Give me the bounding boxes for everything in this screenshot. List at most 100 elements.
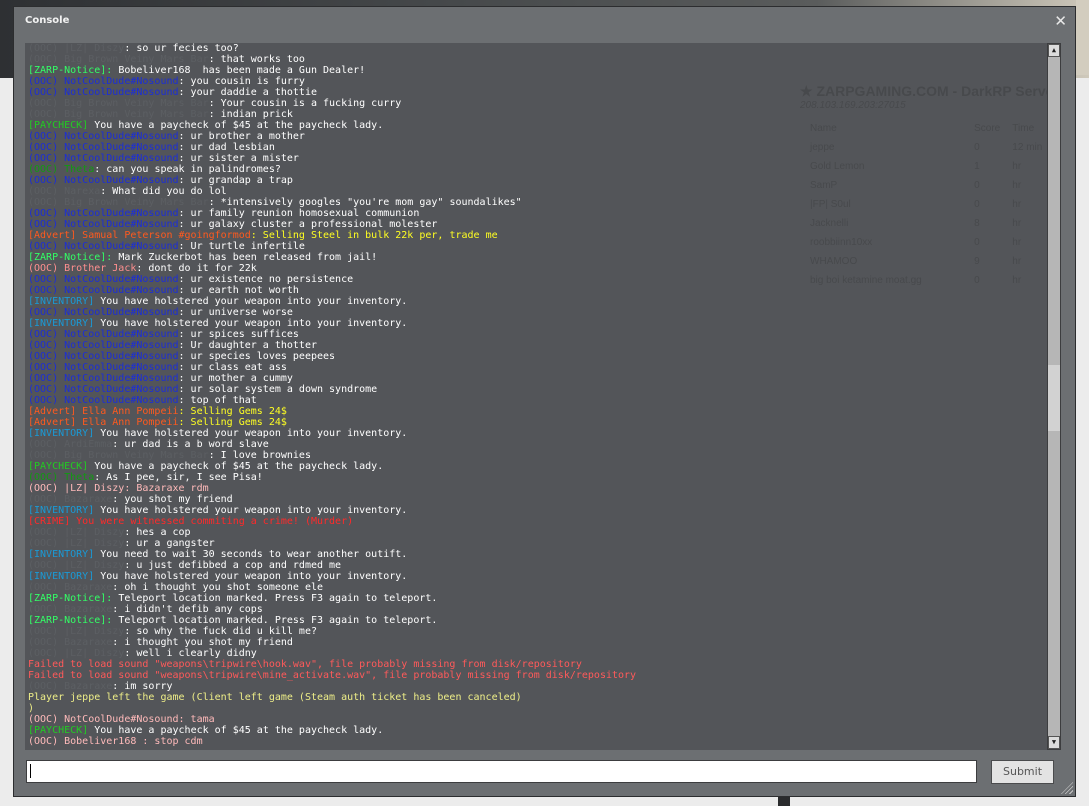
scrollbar[interactable]: ▲ ▼ <box>1047 43 1061 750</box>
line-segment: Teleport location marked. Press F3 again… <box>112 615 438 626</box>
line-segment: (OOC) Brother Jack <box>28 263 137 274</box>
line-segment: [Advert] Samual Peterson #goingformod <box>28 230 251 241</box>
player-name: |FP| S0ul <box>810 199 851 210</box>
scrollbar-thumb[interactable] <box>1048 364 1060 431</box>
console-line: (OOC) Big Brown Veiny Mars Bar: indian p… <box>28 109 636 120</box>
resize-grip-icon[interactable] <box>1061 782 1073 794</box>
line-segment: (OOC) NotCoolDude#Nosound <box>28 329 179 340</box>
player-score: 0 <box>974 275 980 286</box>
console-line: (OOC) NotCoolDude#Nosound: ur class eat … <box>28 362 636 373</box>
console-line: (OOC) NotCoolDude#Nosound: ur dad lesbia… <box>28 142 636 153</box>
player-time: 12 min <box>1012 142 1043 153</box>
console-line: (OOC) NotCoolDude#Nosound: ur mother a c… <box>28 373 636 384</box>
console-line: [INVENTORY] You have holstered your weap… <box>28 505 636 516</box>
line-segment: : ur universe worse <box>178 307 293 318</box>
line-segment: You have holstered your weapon into your… <box>94 571 408 582</box>
console-line: (OOC) NotCoolDude#Nosound: ur brother a … <box>28 131 636 142</box>
scoreboard-row: Jacknelli 8 hr <box>800 218 1047 237</box>
console-line: Player jeppe left the game (Client left … <box>28 692 636 703</box>
line-segment: : I love brownies <box>208 450 311 461</box>
line-segment: (OOC) NotCoolDude#Nosound <box>28 76 179 87</box>
header-time: Time <box>1012 123 1035 134</box>
line-segment: : ur class eat ass <box>178 362 287 373</box>
line-segment: ) <box>28 703 35 714</box>
line-segment: You have a paycheck of $45 at the payche… <box>88 725 384 736</box>
line-segment: (OOC) |LZ| Diszy <box>28 538 125 549</box>
line-segment: : well i clearly didny <box>124 648 257 659</box>
line-segment: : ur dad is a b word slave <box>112 439 269 450</box>
line-segment: : ur mother a cummy <box>178 373 293 384</box>
line-segment: : i thought you shot my friend <box>112 637 293 648</box>
console-line: [Advert] Ella Ann Pompeii: Selling Gems … <box>28 406 636 417</box>
line-segment: You have holstered your weapon into your… <box>94 318 408 329</box>
scroll-down-icon[interactable]: ▼ <box>1048 736 1060 749</box>
line-segment: (OOC) Narexa <box>28 186 101 197</box>
line-segment: [INVENTORY] <box>28 549 95 560</box>
scoreboard-row: jeppe 0 12 min <box>800 142 1047 161</box>
line-segment: : you shot my friend <box>112 494 233 505</box>
console-line: (OOC) Big Brown Veiny Mars Bar: that wor… <box>28 54 636 65</box>
line-segment: : oh i thought you shot someone ele <box>112 582 324 593</box>
line-segment: [CRIME] You were witnessed commiting a c… <box>28 516 354 527</box>
line-segment: [Advert] Ella Ann Pompeii <box>28 417 179 428</box>
console-line: (OOC) NotCoolDude#Nosound: ur species lo… <box>28 351 636 362</box>
console-line: (OOC) |LZ| Diszy: u just defibbed a cop … <box>28 560 636 571</box>
player-name: Gold Lemon <box>810 161 865 172</box>
line-segment: : Selling Gems 24$ <box>178 417 287 428</box>
console-line: (OOC) Bazaraxe: you shot my friend <box>28 494 636 505</box>
player-name: SamP <box>810 180 838 191</box>
line-segment: [ZARP-Notice]: <box>28 65 113 76</box>
scoreboard-row: Gold Lemon 1 hr <box>800 161 1047 180</box>
line-segment: Mark Zuckerbot has been released from ja… <box>112 252 378 263</box>
line-segment: : your daddie a thottie <box>178 87 317 98</box>
line-segment: : ur a gangster <box>124 538 215 549</box>
line-segment: (OOC) Theta <box>28 164 95 175</box>
player-time: hr <box>1012 199 1022 210</box>
player-time: hr <box>1012 180 1022 191</box>
line-segment: (OOC) NotCoolDude#Nosound <box>28 219 179 230</box>
line-segment: : dont do it for 22k <box>136 263 257 274</box>
line-segment: : ur sister a mister <box>178 153 299 164</box>
console-line: (OOC) |LZ| Diszy: hes a cop <box>28 527 636 538</box>
line-segment: : ur solar system a down syndrome <box>178 384 378 395</box>
scoreboard-row: WHAMOO 9 hr <box>800 256 1047 275</box>
line-segment: [Advert] Ella Ann Pompeii <box>28 406 179 417</box>
line-segment: : so ur fecies too? <box>124 43 239 54</box>
line-segment: (OOC) NotCoolDude#Nosound <box>28 153 179 164</box>
console-line: [PAYCHECK] You have a paycheck of $45 at… <box>28 120 636 131</box>
line-segment: (OOC) |LZ| Diszy <box>28 648 125 659</box>
console-line: [Advert] Samual Peterson #goingformod: S… <box>28 230 636 241</box>
console-line: [PAYCHECK] You have a paycheck of $45 at… <box>28 725 636 736</box>
console-line: [INVENTORY] You have holstered your weap… <box>28 318 636 329</box>
console-line: [ZARP-Notice]: Teleport location marked.… <box>28 593 636 604</box>
console-line: [ZARP-Notice]: Mark Zuckerbot has been r… <box>28 252 636 263</box>
console-line: [INVENTORY] You have holstered your weap… <box>28 296 636 307</box>
player-name: roobbiinn10xx <box>810 237 873 248</box>
text-caret <box>30 764 31 778</box>
line-segment: [INVENTORY] <box>28 505 95 516</box>
scroll-up-icon[interactable]: ▲ <box>1048 44 1060 57</box>
line-segment: (OOC) Bazaraxe <box>28 681 113 692</box>
console-line: (OOC) NotCoolDude#Nosound: top of that <box>28 395 636 406</box>
console-line: [PAYCHECK] You have a paycheck of $45 at… <box>28 461 636 472</box>
line-segment: (OOC) Bazaraxe <box>28 637 113 648</box>
console-line: (OOC) NotCoolDude#Nosound: you cousin is… <box>28 76 636 87</box>
console-line: (OOC) NotCoolDude#Nosound: ur universe w… <box>28 307 636 318</box>
console-line: (OOC) ArdiEmma: ur dad is a b word slave <box>28 439 636 450</box>
console-line: (OOC) Brother Jack: dont do it for 22k <box>28 263 636 274</box>
line-segment: (OOC) |LZ| Diszy <box>28 626 125 637</box>
console-log[interactable]: ★ ZARPGAMING.COM - DarkRP Server 1 208.1… <box>25 43 1047 750</box>
close-icon[interactable]: ✕ <box>1054 12 1067 30</box>
submit-button[interactable]: Submit <box>991 760 1054 784</box>
console-line: (OOC) Bazaraxe: im sorry <box>28 681 636 692</box>
line-segment: Teleport location marked. Press F3 again… <box>112 593 438 604</box>
line-segment: (OOC) NotCoolDude#Nosound <box>28 208 179 219</box>
line-segment: (OOC) |LZ| Diszy: Bazaraxe rdm <box>28 483 209 494</box>
line-segment: Player jeppe left the game (Client left … <box>28 692 522 703</box>
line-segment: You have a paycheck of $45 at the payche… <box>88 120 384 131</box>
line-segment: (OOC) Big Brown Veiny Mars Bar <box>28 98 209 109</box>
console-title: Console <box>25 15 70 26</box>
line-segment: (OOC) NotCoolDude#Nosound <box>28 307 179 318</box>
console-input[interactable] <box>26 760 977 783</box>
scoreboard-ip: 208.103.169.203:27015 <box>800 100 906 111</box>
